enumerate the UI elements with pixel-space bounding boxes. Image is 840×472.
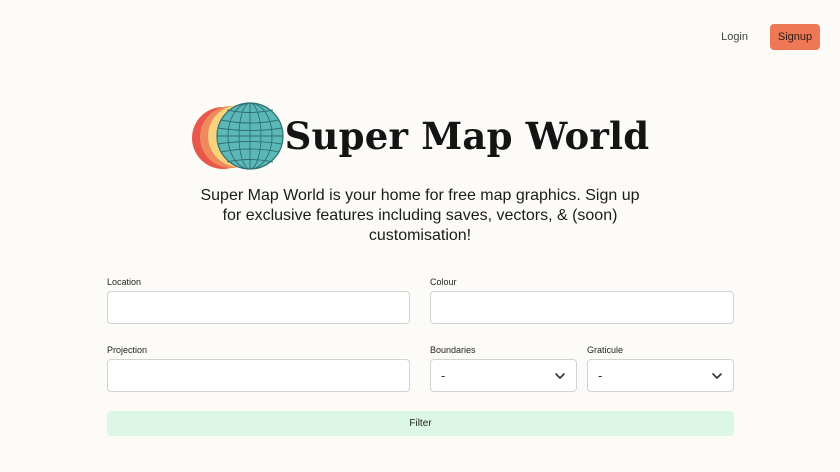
boundaries-select[interactable]: - — [430, 359, 577, 392]
filter-button[interactable]: Filter — [107, 411, 734, 436]
projection-input[interactable] — [107, 359, 410, 392]
top-nav: Login Signup — [709, 24, 820, 50]
colour-input[interactable] — [430, 291, 734, 324]
chevron-down-icon — [712, 372, 722, 379]
graticule-select[interactable]: - — [587, 359, 734, 392]
signup-button[interactable]: Signup — [770, 24, 820, 50]
graticule-selected-value: - — [598, 368, 603, 383]
hero: Super Map World Super Map World is your … — [0, 100, 840, 246]
colour-field: Colour — [430, 277, 734, 324]
chevron-down-icon — [555, 372, 565, 379]
location-field: Location — [107, 277, 410, 324]
location-label: Location — [107, 277, 142, 287]
graticule-field: Graticule - — [587, 345, 734, 392]
page: Login Signup Super Map World Super Map W… — [0, 0, 840, 472]
location-input[interactable] — [107, 291, 410, 324]
boundaries-label: Boundaries — [430, 345, 476, 355]
brand: Super Map World — [191, 100, 650, 172]
boundaries-field: Boundaries - — [430, 345, 577, 392]
colour-label: Colour — [430, 277, 457, 287]
globe-logo-icon — [191, 102, 284, 170]
projection-field: Projection — [107, 345, 410, 392]
boundaries-selected-value: - — [441, 368, 446, 383]
projection-label: Projection — [107, 345, 148, 355]
brand-title: Super Map World — [284, 113, 650, 158]
tagline: Super Map World is your home for free ma… — [200, 187, 640, 244]
login-link[interactable]: Login — [709, 25, 760, 49]
graticule-label: Graticule — [587, 345, 624, 355]
